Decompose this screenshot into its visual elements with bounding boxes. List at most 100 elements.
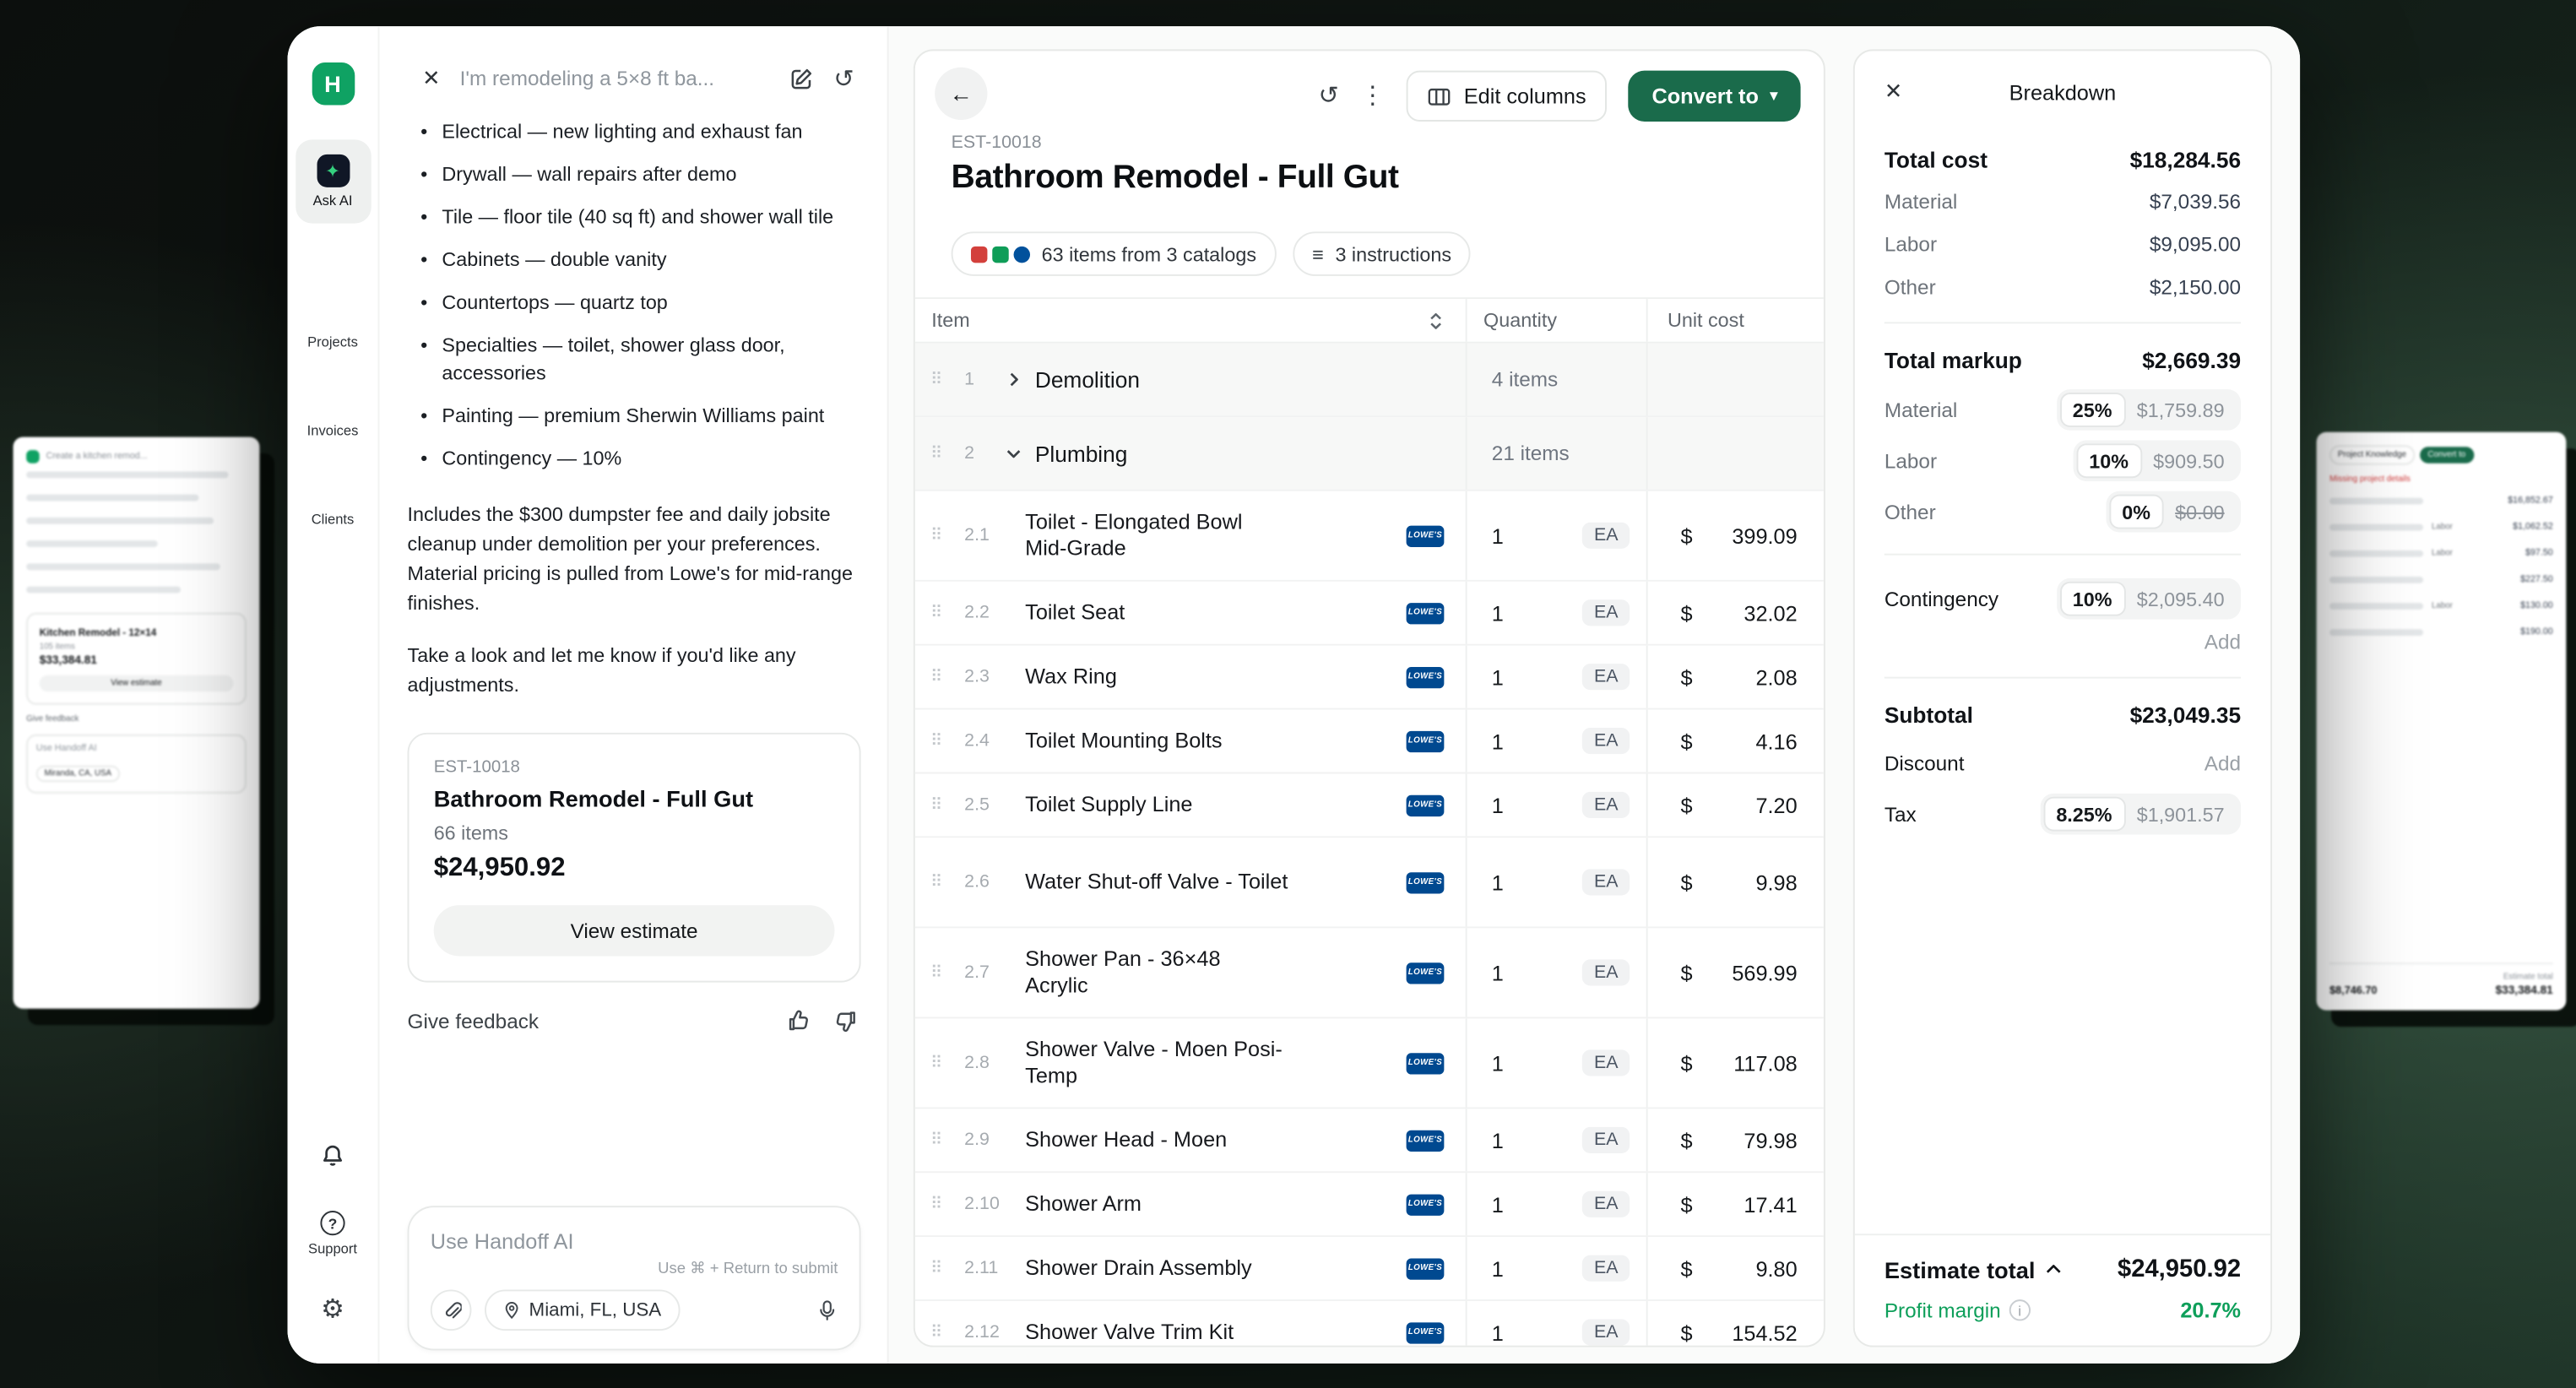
bg-table-row: $190.00	[2329, 627, 2553, 637]
add-discount-button[interactable]: Add	[2205, 752, 2241, 775]
drag-handle-icon[interactable]: ⠿	[924, 527, 950, 545]
drag-handle-icon[interactable]: ⠿	[924, 1323, 950, 1341]
view-estimate-button[interactable]: View estimate	[434, 905, 835, 956]
microphone-button[interactable]	[816, 1299, 838, 1320]
unit-badge: EA	[1582, 1255, 1630, 1282]
cost-row: Labor$9,095.00	[1885, 231, 2241, 258]
quantity-value: 1	[1492, 960, 1504, 984]
chevron-right-icon[interactable]	[992, 370, 1035, 389]
lowes-badge: LOWE'S	[1407, 871, 1445, 892]
sidebar-item-invoices[interactable]: Invoices	[307, 393, 359, 438]
chevron-down-icon[interactable]	[992, 443, 1035, 463]
bg-location-pill: Miranda, CA, USA	[36, 766, 120, 782]
item-name: Shower Head - Moen	[1025, 1127, 1288, 1153]
thumbs-down-icon	[833, 1009, 858, 1033]
background-window-left: Create a kitchen remod... Kitchen Remode…	[14, 437, 260, 1009]
drag-handle-icon[interactable]: ⠿	[924, 1196, 950, 1213]
edit-columns-button[interactable]: Edit columns	[1407, 71, 1608, 122]
estimate-total-label: Estimate total	[1885, 1256, 2036, 1282]
unit-cost-value: 399.09	[1732, 523, 1797, 548]
table-row[interactable]: ⠿2.4Toilet Mounting BoltsLOWE'S 1EA $4.1…	[915, 710, 1824, 774]
catalogs-chip[interactable]: 63 items from 3 catalogs	[952, 231, 1277, 276]
estimate-total-row[interactable]: Estimate total $24,950.92	[1885, 1255, 2241, 1283]
notifications-bell-button[interactable]	[320, 1143, 344, 1168]
drag-handle-icon[interactable]: ⠿	[924, 668, 950, 686]
app-logo[interactable]: H	[312, 62, 355, 106]
info-icon[interactable]: i	[2009, 1299, 2030, 1320]
drag-handle-icon[interactable]: ⠿	[924, 1131, 950, 1149]
thumbs-down-button[interactable]	[833, 1009, 858, 1033]
settings-gear-button[interactable]: ⚙	[321, 1298, 344, 1324]
table-row[interactable]: ⠿2.5Toilet Supply LineLOWE'S 1EA $7.20	[915, 773, 1824, 838]
estimate-item-count: 66 items	[434, 821, 835, 844]
undo-button[interactable]: ↺	[1318, 84, 1338, 108]
row-number: 2.7	[950, 962, 1026, 982]
table-row[interactable]: ⠿2.10Shower ArmLOWE'S 1EA $17.41	[915, 1173, 1824, 1237]
collapse-all-button[interactable]	[1426, 311, 1445, 332]
chevron-up-icon	[2045, 1263, 2061, 1275]
item-name: Toilet Mounting Bolts	[1025, 728, 1288, 754]
thumbs-up-button[interactable]	[787, 1009, 811, 1033]
drag-handle-icon[interactable]: ⠿	[924, 873, 950, 891]
quantity-value: 1	[1492, 1128, 1504, 1152]
sidebar-item-clients[interactable]: Clients	[312, 481, 355, 527]
breakdown-header: ✕ Breakdown	[1855, 51, 2270, 133]
quantity-value: 1	[1492, 729, 1504, 753]
convert-to-button[interactable]: Convert to ▾	[1629, 71, 1800, 122]
new-chat-button[interactable]	[791, 68, 814, 90]
table-row[interactable]: ⠿2.3Wax RingLOWE'S 1EA $2.08	[915, 646, 1824, 710]
markup-percent-control[interactable]: 10%$909.50	[2073, 440, 2241, 481]
history-icon: ↺	[833, 67, 854, 91]
attach-file-button[interactable]	[431, 1289, 472, 1331]
chat-panel: ✕ I'm remodeling a 5×8 ft ba... ↺ Electr…	[379, 26, 887, 1364]
add-contingency-button[interactable]: Add	[2205, 631, 2241, 653]
markup-percent-control[interactable]: 0%$0.00	[2106, 491, 2241, 533]
location-pill[interactable]: Miami, FL, USA	[485, 1289, 680, 1331]
table-row[interactable]: ⠿2.12Shower Valve Trim KitLOWE'S 1EA $15…	[915, 1301, 1824, 1347]
back-button[interactable]: ←	[935, 68, 987, 120]
quantity-value: 1	[1492, 664, 1504, 689]
sidebar-item-projects[interactable]: Projects	[307, 304, 358, 350]
sidebar-item-ask-ai[interactable]: ✦ Ask AI	[295, 139, 371, 223]
bg-table-row: Labor$1,062.52	[2329, 523, 2553, 533]
chat-close-button[interactable]: ✕	[422, 66, 440, 92]
table-row[interactable]: ⠿2.11Shower Drain AssemblyLOWE'S 1EA $9.…	[915, 1237, 1824, 1301]
sidebar-item-support[interactable]: ? Support	[308, 1211, 357, 1256]
lowes-badge: LOWE'S	[1407, 1052, 1445, 1073]
instructions-chip-label: 3 instructions	[1335, 242, 1451, 265]
contingency-percent-control[interactable]: 10%$2,095.40	[2056, 578, 2241, 620]
page-title: Bathroom Remodel - Full Gut	[952, 160, 1399, 198]
more-options-button[interactable]: ⋮	[1360, 84, 1385, 108]
instructions-chip[interactable]: ≡ 3 instructions	[1293, 231, 1472, 276]
unit-badge: EA	[1582, 599, 1630, 626]
breakdown-close-button[interactable]: ✕	[1885, 79, 1902, 105]
table-row[interactable]: ⠿2.9Shower Head - MoenLOWE'S 1EA $79.98	[915, 1109, 1824, 1173]
row-number: 2.1	[950, 526, 1026, 545]
drag-handle-icon[interactable]: ⠿	[924, 604, 950, 621]
row-number: 2.9	[950, 1130, 1026, 1150]
divider	[1885, 554, 2241, 556]
drag-handle-icon[interactable]: ⠿	[924, 796, 950, 814]
drag-handle-icon[interactable]: ⠿	[924, 371, 950, 388]
table-row[interactable]: ⠿2.1Toilet - Elongated Bowl Mid-GradeLOW…	[915, 491, 1824, 582]
group-row-demolition[interactable]: ⠿1Demolition 4 items	[915, 344, 1824, 418]
estimate-detail-card: ← ↺ ⋮ Edit columns Convert to ▾ EST	[914, 49, 1825, 1347]
submit-hint: Use ⌘ + Return to submit	[431, 1260, 838, 1277]
bg-missing-details: Missing project details	[2329, 474, 2553, 485]
drag-handle-icon[interactable]: ⠿	[924, 444, 950, 462]
tax-percent-control[interactable]: 8.25%$1,901.57	[2040, 794, 2241, 835]
chat-input[interactable]	[431, 1228, 838, 1253]
drag-handle-icon[interactable]: ⠿	[924, 963, 950, 981]
drag-handle-icon[interactable]: ⠿	[924, 732, 950, 750]
table-row[interactable]: ⠿2.7Shower Pan - 36×48 AcrylicLOWE'S 1EA…	[915, 928, 1824, 1018]
table-row[interactable]: ⠿2.6Water Shut-off Valve - ToiletLOWE'S …	[915, 838, 1824, 928]
markup-percent-control[interactable]: 25%$1,759.89	[2056, 389, 2241, 431]
currency-symbol: $	[1681, 600, 1693, 625]
table-row[interactable]: ⠿2.2Toilet SeatLOWE'S 1EA $32.02	[915, 582, 1824, 646]
chat-history-button[interactable]: ↺	[833, 67, 854, 91]
drag-handle-icon[interactable]: ⠿	[924, 1054, 950, 1071]
table-row[interactable]: ⠿2.8Shower Valve - Moen Posi-TempLOWE'S …	[915, 1018, 1824, 1109]
group-row-plumbing[interactable]: ⠿2Plumbing 21 items	[915, 417, 1824, 491]
drag-handle-icon[interactable]: ⠿	[924, 1259, 950, 1277]
chat-body: Electrical — new lighting and exhaust fa…	[379, 92, 887, 1033]
